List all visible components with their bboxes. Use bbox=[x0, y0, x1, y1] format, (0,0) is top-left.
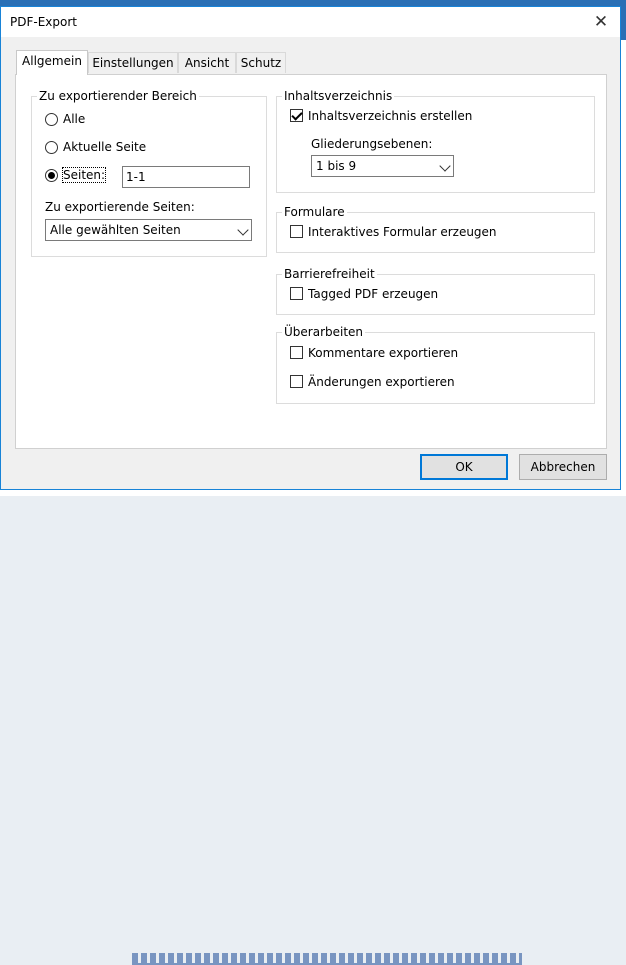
review-legend: Überarbeiten bbox=[282, 325, 366, 339]
export-range-group: Zu exportierender Bereich Alle Aktuelle … bbox=[31, 89, 267, 257]
tab-allgemein[interactable]: Allgemein bbox=[16, 50, 88, 75]
export-comments-checkbox[interactable] bbox=[290, 346, 303, 359]
toc-group: Inhaltsverzeichnis Inhaltsverzeichnis er… bbox=[276, 89, 595, 193]
radio-current-page-label: Aktuelle Seite bbox=[63, 140, 147, 154]
radio-all-label: Alle bbox=[63, 112, 86, 126]
toc-create-label: Inhaltsverzeichnis erstellen bbox=[308, 109, 473, 123]
export-comments-label: Kommentare exportieren bbox=[308, 346, 459, 360]
radio-all[interactable] bbox=[45, 113, 58, 126]
tab-ansicht[interactable]: Ansicht bbox=[178, 52, 236, 73]
radio-current-page[interactable] bbox=[45, 141, 58, 154]
radio-pages[interactable] bbox=[45, 169, 58, 182]
toc-levels-select[interactable]: 1 bis 9 bbox=[311, 155, 454, 177]
review-group: Überarbeiten Kommentare exportieren Ände… bbox=[276, 325, 595, 404]
pages-input[interactable]: 1-1 bbox=[122, 166, 250, 188]
toc-levels-value: 1 bis 9 bbox=[316, 159, 357, 173]
forms-group: Formulare Interaktives Formular erzeugen bbox=[276, 205, 595, 253]
pdf-export-dialog: PDF-Export ✕ Allgemein Einstellungen Ans… bbox=[0, 6, 621, 490]
interactive-form-checkbox[interactable] bbox=[290, 225, 303, 238]
chevron-down-icon bbox=[237, 224, 249, 236]
tab-schutz[interactable]: Schutz bbox=[236, 52, 286, 73]
tagged-pdf-checkbox[interactable] bbox=[290, 287, 303, 300]
accessibility-group: Barrierefreiheit Tagged PDF erzeugen bbox=[276, 267, 595, 315]
title-bar: PDF-Export ✕ bbox=[1, 7, 620, 37]
pages-to-export-label: Zu exportierende Seiten: bbox=[45, 200, 195, 214]
pages-to-export-select[interactable]: Alle gewählten Seiten bbox=[45, 219, 252, 241]
accessibility-legend: Barrierefreiheit bbox=[282, 267, 377, 281]
ok-button[interactable]: OK bbox=[420, 454, 508, 480]
toc-levels-label: Gliederungsebenen: bbox=[311, 137, 433, 151]
export-changes-checkbox[interactable] bbox=[290, 375, 303, 388]
pages-to-export-value: Alle gewählten Seiten bbox=[50, 223, 181, 237]
tab-einstellungen[interactable]: Einstellungen bbox=[88, 52, 178, 73]
tab-panel-allgemein: Zu exportierender Bereich Alle Aktuelle … bbox=[15, 74, 607, 449]
cancel-button[interactable]: Abbrechen bbox=[519, 454, 607, 480]
forms-legend: Formulare bbox=[282, 205, 347, 219]
export-changes-label: Änderungen exportieren bbox=[308, 375, 455, 389]
chevron-down-icon bbox=[439, 160, 451, 172]
background-link bbox=[132, 953, 522, 965]
interactive-form-label: Interaktives Formular erzeugen bbox=[308, 225, 497, 239]
dialog-title: PDF-Export bbox=[10, 15, 77, 29]
close-icon[interactable]: ✕ bbox=[590, 11, 612, 33]
toc-create-checkbox[interactable] bbox=[290, 109, 303, 122]
export-range-legend: Zu exportierender Bereich bbox=[37, 89, 199, 103]
toc-legend: Inhaltsverzeichnis bbox=[282, 89, 395, 103]
radio-pages-label: Seiten: bbox=[61, 167, 107, 183]
tagged-pdf-label: Tagged PDF erzeugen bbox=[308, 287, 439, 301]
